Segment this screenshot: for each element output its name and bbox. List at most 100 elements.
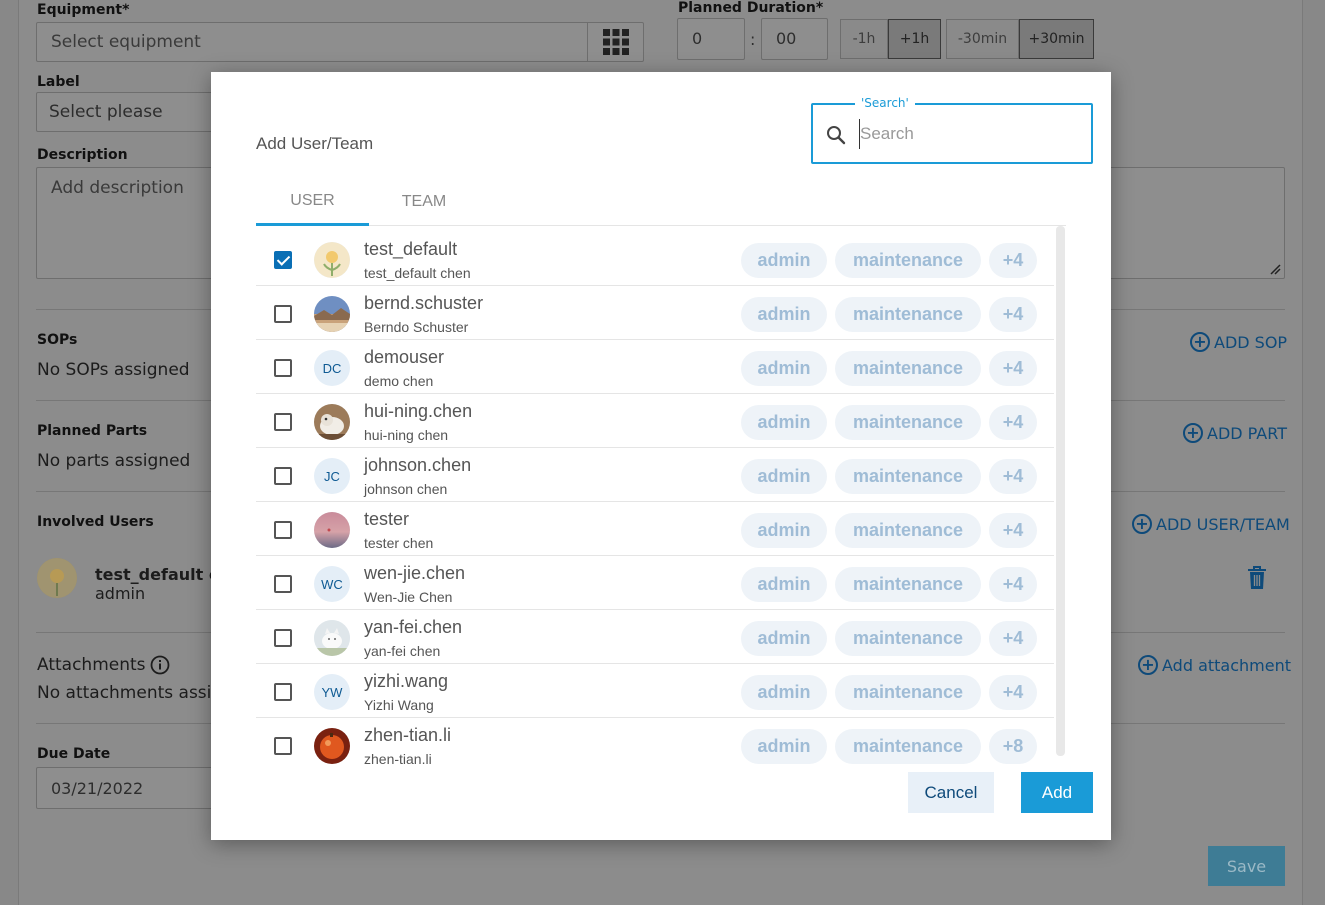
plus-30min-button[interactable]: +30min bbox=[1019, 19, 1094, 59]
equipment-placeholder: Select equipment bbox=[51, 32, 201, 52]
add-user-team-link[interactable]: + ADD USER/TEAM bbox=[1132, 514, 1290, 534]
list-scrollbar[interactable] bbox=[1056, 226, 1065, 756]
plus-circle-icon: + bbox=[1183, 423, 1203, 443]
trash-icon[interactable] bbox=[1247, 566, 1267, 590]
user-row[interactable]: bernd.schuster Berndo Schuster admin mainte… bbox=[256, 286, 1054, 340]
user-checkbox[interactable] bbox=[274, 305, 292, 323]
save-button[interactable]: Save bbox=[1208, 846, 1285, 886]
add-part-link[interactable]: + ADD PART bbox=[1183, 423, 1287, 443]
add-part-label: ADD PART bbox=[1207, 423, 1287, 443]
equipment-select[interactable]: Select equipment bbox=[36, 22, 644, 62]
more-roles-chip: +4 bbox=[989, 459, 1037, 494]
user-fullname: zhen-tian.li bbox=[364, 751, 432, 767]
due-date-value: 03/21/2022 bbox=[51, 779, 144, 798]
more-roles-chip: +4 bbox=[989, 243, 1037, 278]
avatar bbox=[314, 242, 350, 278]
minus-1h-button[interactable]: -1h bbox=[840, 19, 888, 59]
user-row[interactable]: tester tester chen admin maintenance +4 bbox=[256, 502, 1054, 556]
planned-parts-value: No parts assigned bbox=[37, 451, 191, 471]
role-chip: admin bbox=[741, 405, 827, 440]
user-checkbox[interactable] bbox=[274, 413, 292, 431]
due-date-input[interactable]: 03/21/2022 bbox=[36, 767, 236, 809]
user-username: zhen-tian.li bbox=[364, 725, 452, 745]
role-chip: maintenance bbox=[835, 621, 981, 656]
grid-icon[interactable] bbox=[587, 23, 644, 61]
tab-team[interactable]: TEAM bbox=[369, 179, 479, 225]
user-team-tabs: USER TEAM bbox=[256, 179, 1066, 226]
plus-circle-icon: + bbox=[1190, 332, 1210, 352]
minus-30min-button[interactable]: -30min bbox=[946, 19, 1019, 59]
add-button[interactable]: Add bbox=[1021, 772, 1093, 813]
role-chip: admin bbox=[741, 567, 827, 602]
user-row[interactable]: YW yizhi.wang Yizhi Wang admin maintenance +4 bbox=[256, 664, 1054, 718]
user-row[interactable]: hui-ning.chen hui-ning chen admin maintenan… bbox=[256, 394, 1054, 448]
search-input[interactable] bbox=[859, 119, 1079, 149]
add-attachment-link[interactable]: + Add attachment bbox=[1138, 655, 1291, 675]
more-roles-chip: +4 bbox=[989, 297, 1037, 332]
add-sop-link[interactable]: + ADD SOP bbox=[1190, 332, 1287, 352]
role-chip: admin bbox=[741, 729, 827, 764]
search-icon bbox=[827, 126, 846, 145]
plus-circle-icon: + bbox=[1132, 514, 1152, 534]
role-chip: maintenance bbox=[835, 351, 981, 386]
user-username: bernd.schuster bbox=[364, 293, 484, 313]
role-chip: maintenance bbox=[835, 729, 981, 764]
due-date-label: Due Date bbox=[37, 746, 111, 762]
avatar bbox=[314, 296, 350, 332]
cancel-button[interactable]: Cancel bbox=[908, 772, 994, 813]
user-fullname: Yizhi Wang bbox=[364, 697, 434, 713]
involved-user-name: test_default ch bbox=[95, 565, 230, 584]
avatar bbox=[314, 728, 350, 764]
label-select[interactable]: Select please bbox=[36, 92, 236, 132]
user-checkbox[interactable] bbox=[274, 251, 292, 269]
attachments-value: No attachments assign bbox=[37, 683, 233, 703]
user-username: wen-jie.chen bbox=[364, 563, 466, 583]
duration-hours-input[interactable]: 0 bbox=[677, 18, 745, 60]
user-checkbox[interactable] bbox=[274, 575, 292, 593]
role-chip: maintenance bbox=[835, 405, 981, 440]
attachments-header: Attachments bbox=[37, 655, 170, 675]
user-checkbox[interactable] bbox=[274, 521, 292, 539]
more-roles-chip: +4 bbox=[989, 675, 1037, 710]
description-label: Description bbox=[37, 147, 128, 163]
role-chip: admin bbox=[741, 297, 827, 332]
user-row[interactable]: yan-fei.chen yan-fei chen admin maintenance… bbox=[256, 610, 1054, 664]
duration-minutes-input[interactable]: 00 bbox=[761, 18, 828, 60]
user-checkbox[interactable] bbox=[274, 737, 292, 755]
description-placeholder: Add description bbox=[51, 178, 184, 198]
user-row[interactable]: test_default test_default chen admin mainte… bbox=[256, 232, 1054, 286]
user-row[interactable]: WC wen-jie.chen Wen-Jie Chen admin maintenan… bbox=[256, 556, 1054, 610]
user-checkbox[interactable] bbox=[274, 467, 292, 485]
user-username: johnson.chen bbox=[364, 455, 472, 475]
plus-1h-button[interactable]: +1h bbox=[888, 19, 941, 59]
equipment-label: Equipment* bbox=[37, 2, 130, 18]
user-username: test_default bbox=[364, 239, 458, 259]
user-username: demouser bbox=[364, 347, 445, 367]
avatar: WC bbox=[314, 566, 350, 602]
search-field[interactable]: 'Search' bbox=[811, 96, 1093, 164]
user-username: yan-fei.chen bbox=[364, 617, 463, 637]
user-checkbox[interactable] bbox=[274, 359, 292, 377]
user-username: yizhi.wang bbox=[364, 671, 449, 691]
avatar bbox=[314, 404, 350, 440]
dialog-title: Add User/Team bbox=[256, 134, 374, 153]
info-icon[interactable] bbox=[150, 655, 170, 675]
user-row[interactable]: DC demouser demo chen admin maintenance +4 bbox=[256, 340, 1054, 394]
role-chip: maintenance bbox=[835, 567, 981, 602]
avatar: YW bbox=[314, 674, 350, 710]
user-checkbox[interactable] bbox=[274, 629, 292, 647]
label-field-label: Label bbox=[37, 74, 80, 90]
user-row[interactable]: zhen-tian.li zhen-tian.li admin maintenance… bbox=[256, 718, 1054, 768]
involved-user-role: admin bbox=[95, 584, 146, 603]
role-chip: admin bbox=[741, 243, 827, 278]
user-username: hui-ning.chen bbox=[364, 401, 473, 421]
user-row[interactable]: JC johnson.chen johnson chen admin maintenan… bbox=[256, 448, 1054, 502]
label-placeholder: Select please bbox=[49, 102, 163, 122]
add-sop-label: ADD SOP bbox=[1214, 332, 1288, 352]
user-checkbox[interactable] bbox=[274, 683, 292, 701]
resize-handle-icon[interactable] bbox=[1269, 263, 1281, 275]
add-attachment-label: Add attachment bbox=[1162, 655, 1291, 675]
duration-hours-value: 0 bbox=[692, 29, 703, 48]
tab-user[interactable]: USER bbox=[256, 179, 369, 226]
involved-users-label: Involved Users bbox=[37, 514, 154, 530]
